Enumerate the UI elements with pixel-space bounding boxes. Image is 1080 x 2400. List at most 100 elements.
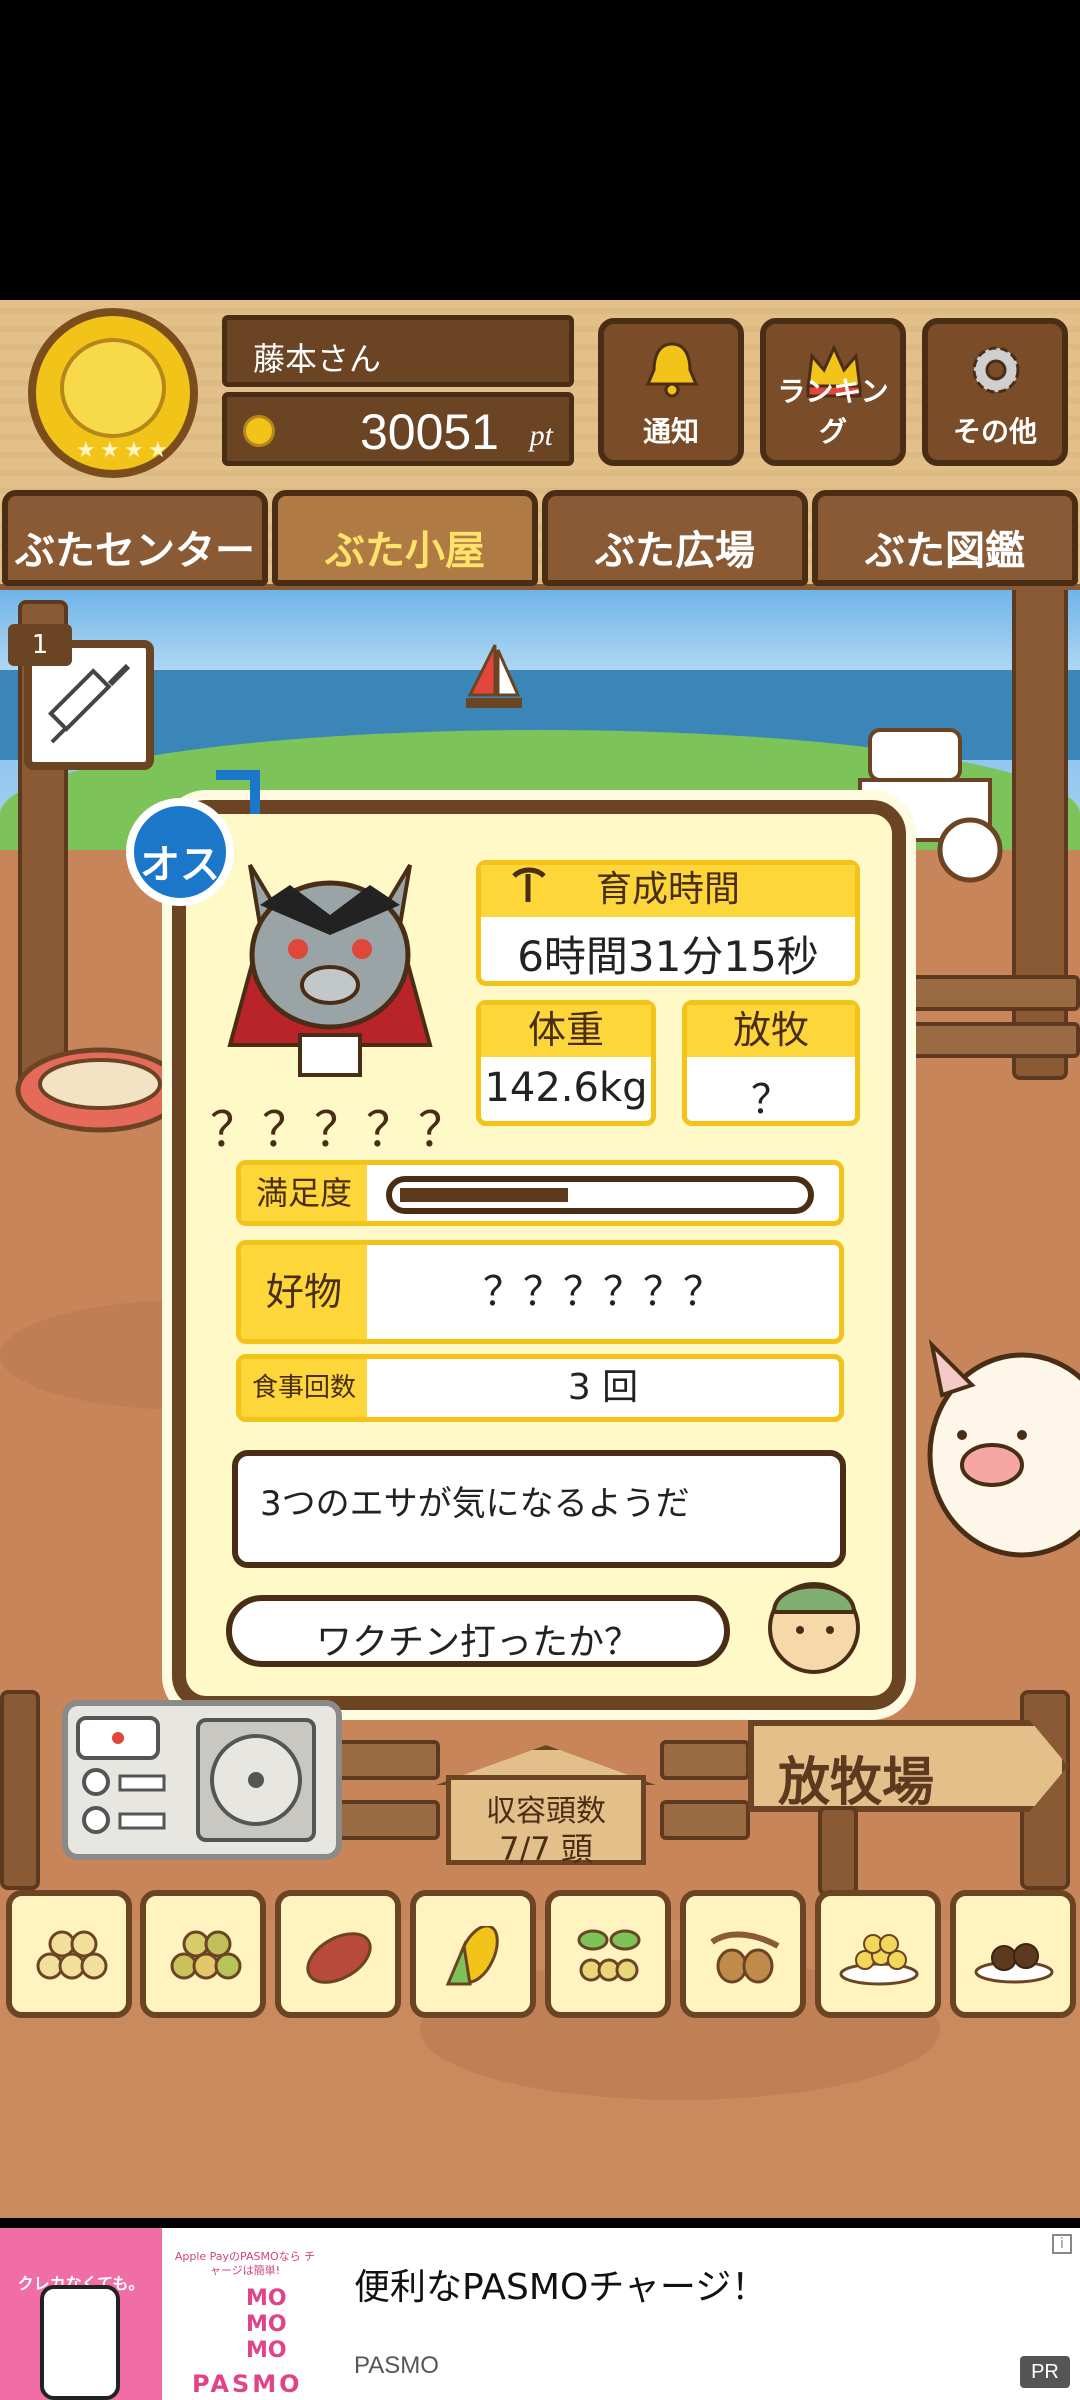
grazing-value: ？	[751, 1077, 791, 1123]
pasture-sign-label: 放牧場	[778, 1753, 935, 1813]
tab-bar: ぶたセンター ぶた小屋 ぶた広場 ぶた図鑑	[0, 490, 1080, 590]
points-value: 30051	[359, 404, 499, 460]
fence-rail	[330, 1740, 440, 1780]
notification-label: 通知	[642, 415, 699, 448]
acorn-icon	[710, 1931, 780, 1984]
grain-plate-icon	[839, 1934, 919, 1986]
fan-control-box[interactable]	[62, 1700, 342, 1860]
tab-buta-encyclopedia[interactable]: ぶた図鑑	[812, 490, 1078, 586]
food-item-herb-seeds[interactable]	[545, 1890, 671, 2018]
soybeans-icon	[36, 1930, 108, 1980]
ad-advertiser: PASMO	[354, 2352, 439, 2379]
star-icon: ★	[124, 438, 144, 463]
favorite-label: 好物	[241, 1245, 367, 1339]
ad-logo-caption: Apple PayのPASMOなら チャージは簡単!	[174, 2250, 316, 2277]
tab-buta-plaza[interactable]: ぶた広場	[542, 490, 808, 586]
male-arrow	[216, 770, 260, 814]
capacity-sign-board: 収容頭数 7/7 頭	[446, 1775, 646, 1868]
corkscrew-tail-icon	[512, 867, 546, 902]
weight-box: 体重 142.6kg	[476, 1000, 656, 1126]
points-plate: 30051 pt	[222, 392, 574, 466]
mixed-beans-icon	[170, 1930, 242, 1980]
points-unit: pt	[529, 419, 553, 452]
status-message: 3つのエサが気になるようだ	[260, 1484, 690, 1524]
ad-title[interactable]: 便利なPASMOチャージ！	[354, 2258, 767, 2310]
food-item-acorn[interactable]	[680, 1890, 806, 2018]
tab-label: ぶた広場	[595, 528, 755, 574]
ad-info-icon[interactable]: i	[1052, 2234, 1072, 2254]
rank-medal[interactable]: ★ ★ ★ ★	[18, 308, 208, 483]
fence-rail	[660, 1800, 750, 1840]
male-icon: オス	[126, 798, 234, 906]
grazing-box: 放牧 ？	[682, 1000, 860, 1126]
notification-button[interactable]: 通知	[598, 318, 744, 466]
food-item-chestnut-plate[interactable]	[950, 1890, 1076, 2018]
corn-icon	[445, 1926, 499, 1986]
gear-icon	[972, 346, 1020, 394]
white-pig-character	[927, 1338, 1080, 1558]
feed-bowl-icon	[15, 1047, 185, 1133]
satisfaction-bar	[386, 1176, 814, 1214]
fan-icon	[76, 1716, 316, 1842]
fence-rail	[880, 975, 1080, 1011]
status-message-bubble: 3つのエサが気になるようだ	[232, 1450, 846, 1568]
favorite-row: 好物 ？？？？？？	[236, 1240, 844, 1344]
food-item-corn[interactable]	[410, 1890, 536, 2018]
tab-label: ぶた小屋	[325, 528, 485, 574]
farmer-icon	[768, 1582, 860, 1674]
fence-rail	[330, 1800, 440, 1840]
feed-bar	[0, 1890, 1080, 2020]
ranking-button[interactable]: ランキング	[760, 318, 906, 466]
star-icon: ★	[100, 438, 120, 463]
meals-value: 3 回	[567, 1367, 639, 1408]
user-name: 藤本さん	[253, 340, 382, 378]
sweet-potato-icon	[306, 1932, 372, 1984]
ad-logo-panel: Apple PayのPASMOなら チャージは簡単! MO MO MO PASM…	[162, 2228, 322, 2400]
tab-buta-hut[interactable]: ぶた小屋	[272, 490, 538, 586]
item-count: 1	[8, 624, 72, 666]
star-icon: ★	[148, 438, 168, 463]
vaccine-question-bubble[interactable]: ワクチン打ったか？	[226, 1595, 730, 1667]
ad-pr-badge: PR	[1020, 2356, 1070, 2388]
pig-name: ？？？？？	[210, 1102, 471, 1158]
sign-post	[818, 1806, 858, 1896]
tab-label: ぶたセンター	[15, 528, 255, 574]
vaccine-question: ワクチン打ったか？	[315, 1622, 640, 1663]
vampire-pig-portrait	[227, 863, 433, 1077]
food-item-soybeans[interactable]	[6, 1890, 132, 2018]
food-item-mixed-beans[interactable]	[140, 1890, 266, 2018]
tab-buta-center[interactable]: ぶたセンター	[2, 490, 268, 586]
grazing-label: 放牧	[687, 1005, 855, 1057]
fence-rail	[660, 1740, 750, 1780]
chestnut-plate-icon	[974, 1943, 1054, 1984]
herb-seeds-icon	[577, 1929, 641, 1982]
breeding-time-value: 6時間31分15秒	[517, 932, 819, 981]
weight-label: 体重	[481, 1005, 651, 1057]
pasmo-logo: PASMO	[192, 2370, 303, 2398]
satisfaction-label: 満足度	[241, 1165, 367, 1221]
fence-post	[0, 1690, 40, 1890]
mo-mark: MO	[246, 2312, 287, 2337]
weight-value: 142.6kg	[484, 1065, 648, 1111]
satisfaction-bar-fill	[400, 1188, 568, 1202]
food-item-grain-plate[interactable]	[815, 1890, 941, 2018]
user-name-plate: 藤本さん	[222, 315, 574, 387]
other-label: その他	[952, 415, 1037, 448]
meals-row: 食事回数 3 回	[236, 1354, 844, 1422]
food-item-sweet-potato[interactable]	[275, 1890, 401, 2018]
pasture-sign-button[interactable]: 放牧場	[748, 1720, 1068, 1812]
capacity-value: 7/7 頭	[499, 1830, 593, 1868]
fence-rail	[880, 1022, 1080, 1058]
coin-icon	[243, 415, 275, 447]
phone-illustration	[40, 2285, 120, 2400]
star-icon: ★	[76, 438, 96, 463]
gender-label: オス	[140, 842, 220, 888]
other-button[interactable]: その他	[922, 318, 1068, 466]
favorite-value: ？？？？？？	[483, 1269, 723, 1315]
mo-mark: MO	[246, 2286, 287, 2311]
meals-label: 食事回数	[241, 1359, 367, 1417]
tab-label: ぶた図鑑	[865, 528, 1025, 574]
mo-mark: MO	[246, 2338, 287, 2363]
bell-icon	[645, 342, 699, 398]
capacity-sign: 収容頭数 7/7 頭	[436, 1745, 656, 1868]
